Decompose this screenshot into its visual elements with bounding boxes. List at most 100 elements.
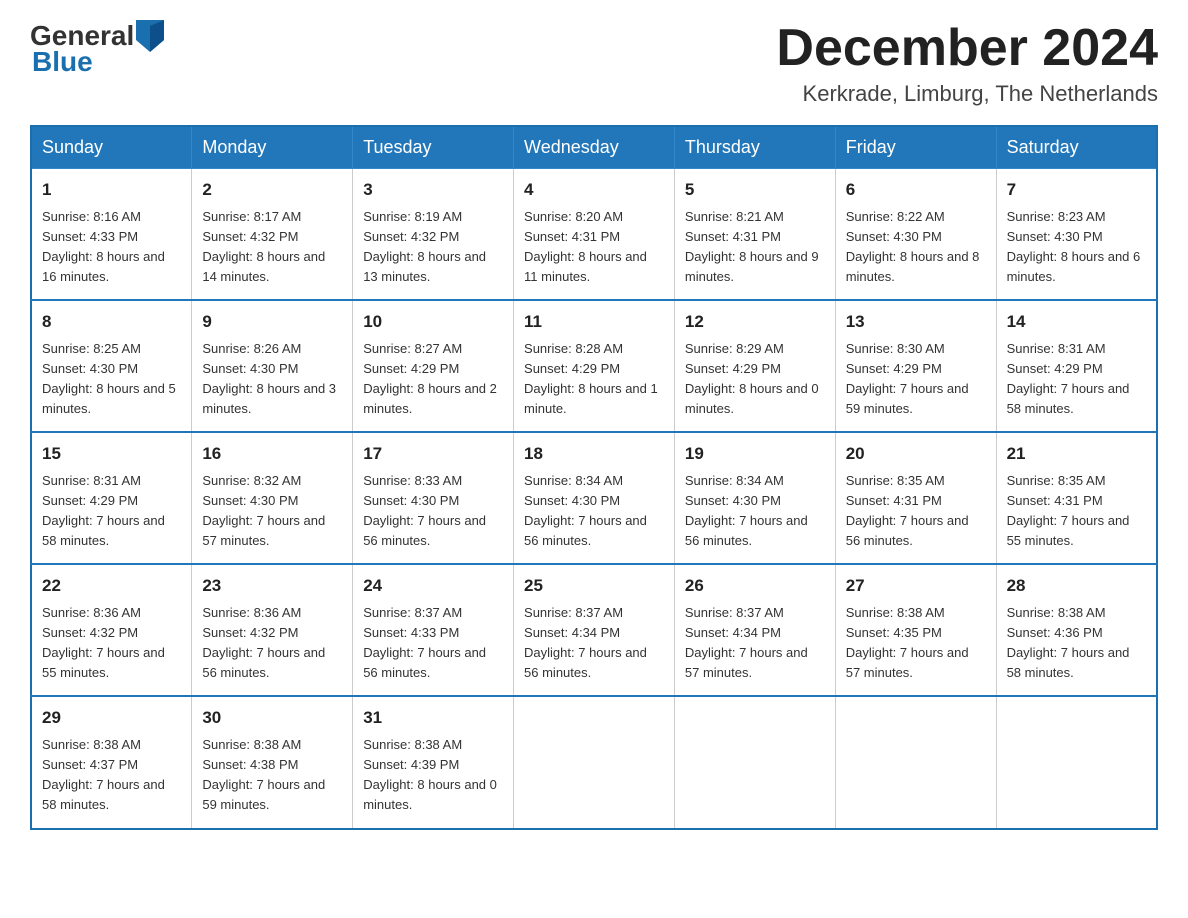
calendar-cell: 13 Sunrise: 8:30 AMSunset: 4:29 PMDayligh… xyxy=(835,300,996,432)
day-info: Sunrise: 8:37 AMSunset: 4:34 PMDaylight:… xyxy=(685,603,825,684)
day-info: Sunrise: 8:36 AMSunset: 4:32 PMDaylight:… xyxy=(42,603,181,684)
day-info: Sunrise: 8:38 AMSunset: 4:39 PMDaylight:… xyxy=(363,735,503,816)
col-header-monday: Monday xyxy=(192,126,353,169)
day-info: Sunrise: 8:19 AMSunset: 4:32 PMDaylight:… xyxy=(363,207,503,288)
day-number: 2 xyxy=(202,177,342,203)
day-info: Sunrise: 8:31 AMSunset: 4:29 PMDaylight:… xyxy=(1007,339,1146,420)
day-number: 7 xyxy=(1007,177,1146,203)
day-info: Sunrise: 8:38 AMSunset: 4:38 PMDaylight:… xyxy=(202,735,342,816)
day-info: Sunrise: 8:37 AMSunset: 4:34 PMDaylight:… xyxy=(524,603,664,684)
day-number: 9 xyxy=(202,309,342,335)
calendar-cell: 25 Sunrise: 8:37 AMSunset: 4:34 PMDayligh… xyxy=(514,564,675,696)
calendar-cell: 17Sunrise: 8:33 AMSunset: 4:30 PMDayligh… xyxy=(353,432,514,564)
day-number: 21 xyxy=(1007,441,1146,467)
col-header-wednesday: Wednesday xyxy=(514,126,675,169)
day-info: Sunrise: 8:31 AMSunset: 4:29 PMDaylight:… xyxy=(42,471,181,552)
logo-icon xyxy=(136,20,164,52)
day-number: 23 xyxy=(202,573,342,599)
calendar-week-row: 1 Sunrise: 8:16 AMSunset: 4:33 PMDaylight… xyxy=(31,169,1157,301)
calendar-subtitle: Kerkrade, Limburg, The Netherlands xyxy=(776,81,1158,107)
day-number: 8 xyxy=(42,309,181,335)
day-info: Sunrise: 8:35 AMSunset: 4:31 PMDaylight:… xyxy=(1007,471,1146,552)
day-info: Sunrise: 8:34 AMSunset: 4:30 PMDaylight:… xyxy=(524,471,664,552)
calendar-cell: 11Sunrise: 8:28 AMSunset: 4:29 PMDayligh… xyxy=(514,300,675,432)
day-number: 14 xyxy=(1007,309,1146,335)
day-number: 30 xyxy=(202,705,342,731)
day-info: Sunrise: 8:20 AMSunset: 4:31 PMDaylight:… xyxy=(524,207,664,288)
calendar-cell: 19Sunrise: 8:34 AMSunset: 4:30 PMDayligh… xyxy=(674,432,835,564)
calendar-cell xyxy=(996,696,1157,828)
calendar-table: SundayMondayTuesdayWednesdayThursdayFrid… xyxy=(30,125,1158,829)
calendar-cell xyxy=(835,696,996,828)
day-number: 22 xyxy=(42,573,181,599)
day-info: Sunrise: 8:16 AMSunset: 4:33 PMDaylight:… xyxy=(42,207,181,288)
calendar-cell: 24Sunrise: 8:37 AMSunset: 4:33 PMDayligh… xyxy=(353,564,514,696)
day-info: Sunrise: 8:38 AMSunset: 4:35 PMDaylight:… xyxy=(846,603,986,684)
day-number: 3 xyxy=(363,177,503,203)
calendar-week-row: 15 Sunrise: 8:31 AMSunset: 4:29 PMDayligh… xyxy=(31,432,1157,564)
day-number: 1 xyxy=(42,177,181,203)
calendar-cell: 23 Sunrise: 8:36 AMSunset: 4:32 PMDayligh… xyxy=(192,564,353,696)
day-info: Sunrise: 8:27 AMSunset: 4:29 PMDaylight:… xyxy=(363,339,503,420)
calendar-cell: 27 Sunrise: 8:38 AMSunset: 4:35 PMDayligh… xyxy=(835,564,996,696)
calendar-cell: 31 Sunrise: 8:38 AMSunset: 4:39 PMDayligh… xyxy=(353,696,514,828)
calendar-cell: 3 Sunrise: 8:19 AMSunset: 4:32 PMDaylight… xyxy=(353,169,514,301)
day-number: 27 xyxy=(846,573,986,599)
day-number: 15 xyxy=(42,441,181,467)
col-header-sunday: Sunday xyxy=(31,126,192,169)
col-header-friday: Friday xyxy=(835,126,996,169)
logo-blue-text: Blue xyxy=(32,46,93,78)
calendar-cell: 21 Sunrise: 8:35 AMSunset: 4:31 PMDayligh… xyxy=(996,432,1157,564)
day-info: Sunrise: 8:21 AMSunset: 4:31 PMDaylight:… xyxy=(685,207,825,288)
calendar-cell: 30 Sunrise: 8:38 AMSunset: 4:38 PMDayligh… xyxy=(192,696,353,828)
day-number: 10 xyxy=(363,309,503,335)
col-header-thursday: Thursday xyxy=(674,126,835,169)
calendar-week-row: 8 Sunrise: 8:25 AMSunset: 4:30 PMDaylight… xyxy=(31,300,1157,432)
calendar-cell: 1 Sunrise: 8:16 AMSunset: 4:33 PMDaylight… xyxy=(31,169,192,301)
logo: General Blue xyxy=(30,20,164,78)
calendar-cell: 29 Sunrise: 8:38 AMSunset: 4:37 PMDayligh… xyxy=(31,696,192,828)
day-info: Sunrise: 8:30 AMSunset: 4:29 PMDaylight:… xyxy=(846,339,986,420)
day-number: 20 xyxy=(846,441,986,467)
day-number: 17 xyxy=(363,441,503,467)
day-info: Sunrise: 8:32 AMSunset: 4:30 PMDaylight:… xyxy=(202,471,342,552)
col-header-tuesday: Tuesday xyxy=(353,126,514,169)
day-info: Sunrise: 8:23 AMSunset: 4:30 PMDaylight:… xyxy=(1007,207,1146,288)
page-header: General Blue December 2024 Kerkrade, Lim… xyxy=(30,20,1158,107)
calendar-cell: 22 Sunrise: 8:36 AMSunset: 4:32 PMDayligh… xyxy=(31,564,192,696)
day-info: Sunrise: 8:36 AMSunset: 4:32 PMDaylight:… xyxy=(202,603,342,684)
calendar-cell: 12Sunrise: 8:29 AMSunset: 4:29 PMDayligh… xyxy=(674,300,835,432)
calendar-cell: 7 Sunrise: 8:23 AMSunset: 4:30 PMDaylight… xyxy=(996,169,1157,301)
day-number: 31 xyxy=(363,705,503,731)
day-info: Sunrise: 8:38 AMSunset: 4:36 PMDaylight:… xyxy=(1007,603,1146,684)
calendar-cell: 4 Sunrise: 8:20 AMSunset: 4:31 PMDaylight… xyxy=(514,169,675,301)
calendar-cell xyxy=(514,696,675,828)
day-number: 25 xyxy=(524,573,664,599)
calendar-title: December 2024 xyxy=(776,20,1158,77)
calendar-cell: 5Sunrise: 8:21 AMSunset: 4:31 PMDaylight… xyxy=(674,169,835,301)
day-number: 4 xyxy=(524,177,664,203)
day-number: 13 xyxy=(846,309,986,335)
day-number: 11 xyxy=(524,309,664,335)
day-info: Sunrise: 8:25 AMSunset: 4:30 PMDaylight:… xyxy=(42,339,181,420)
calendar-cell: 16 Sunrise: 8:32 AMSunset: 4:30 PMDayligh… xyxy=(192,432,353,564)
day-info: Sunrise: 8:35 AMSunset: 4:31 PMDaylight:… xyxy=(846,471,986,552)
calendar-cell: 18Sunrise: 8:34 AMSunset: 4:30 PMDayligh… xyxy=(514,432,675,564)
day-info: Sunrise: 8:34 AMSunset: 4:30 PMDaylight:… xyxy=(685,471,825,552)
calendar-cell: 20 Sunrise: 8:35 AMSunset: 4:31 PMDayligh… xyxy=(835,432,996,564)
calendar-cell: 6Sunrise: 8:22 AMSunset: 4:30 PMDaylight… xyxy=(835,169,996,301)
calendar-cell: 8 Sunrise: 8:25 AMSunset: 4:30 PMDaylight… xyxy=(31,300,192,432)
day-number: 16 xyxy=(202,441,342,467)
calendar-cell: 2Sunrise: 8:17 AMSunset: 4:32 PMDaylight… xyxy=(192,169,353,301)
calendar-cell: 10 Sunrise: 8:27 AMSunset: 4:29 PMDayligh… xyxy=(353,300,514,432)
calendar-cell: 14 Sunrise: 8:31 AMSunset: 4:29 PMDayligh… xyxy=(996,300,1157,432)
calendar-week-row: 22 Sunrise: 8:36 AMSunset: 4:32 PMDayligh… xyxy=(31,564,1157,696)
col-header-saturday: Saturday xyxy=(996,126,1157,169)
day-number: 6 xyxy=(846,177,986,203)
day-number: 29 xyxy=(42,705,181,731)
calendar-header-row: SundayMondayTuesdayWednesdayThursdayFrid… xyxy=(31,126,1157,169)
title-section: December 2024 Kerkrade, Limburg, The Net… xyxy=(776,20,1158,107)
day-info: Sunrise: 8:29 AMSunset: 4:29 PMDaylight:… xyxy=(685,339,825,420)
day-info: Sunrise: 8:38 AMSunset: 4:37 PMDaylight:… xyxy=(42,735,181,816)
calendar-cell: 15 Sunrise: 8:31 AMSunset: 4:29 PMDayligh… xyxy=(31,432,192,564)
